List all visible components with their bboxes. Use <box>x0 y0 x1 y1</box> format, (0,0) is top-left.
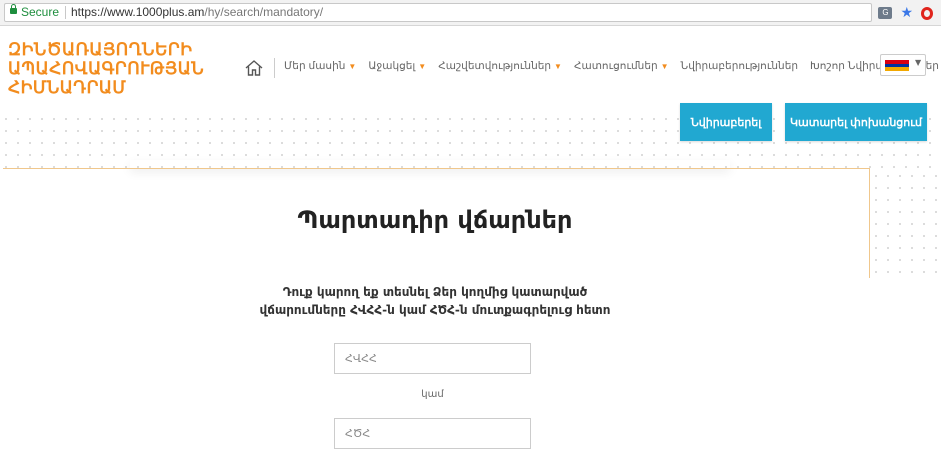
nav-item-about-label: Մեր մասին <box>284 60 346 72</box>
language-select[interactable]: ▼ <box>880 54 926 76</box>
dotted-background-right <box>870 170 941 280</box>
armenia-flag-icon <box>885 60 909 71</box>
bookmark-star-icon[interactable]: ★ <box>900 6 913 20</box>
caret-down-icon: ▼ <box>348 61 357 71</box>
caret-down-icon: ▼ <box>418 61 427 71</box>
address-separator <box>65 6 66 19</box>
description-line-2: վճարումները ՀՎՀՀ-ն կամ ՀԾՀ-ն մուտքագրելո… <box>259 303 611 317</box>
tin-input[interactable] <box>334 343 531 374</box>
browser-address-bar: Secure https://www.1000plus.am/hy/search… <box>0 0 941 26</box>
home-icon[interactable] <box>244 59 264 77</box>
page-title: Պարտադիր վճարներ <box>297 206 573 234</box>
nav-item-compensations-label: Հատուցումներ <box>573 60 658 72</box>
ssn-input[interactable] <box>334 418 531 449</box>
nav-item-donations-label: Նվիրաբերություններ <box>680 60 799 72</box>
nav-item-reports-label: Հաշվետվություններ <box>438 60 552 72</box>
logo-line-2: ԱՊԱՀՈՎԱԳՐՈՒԹՅԱՆ <box>8 59 205 78</box>
caret-down-icon: ▼ <box>554 61 562 71</box>
card-shadow <box>130 160 730 168</box>
logo-line-1: ԶԻՆԾԱՌԱՅՈՂՆԵՐԻ <box>8 40 193 59</box>
chevron-down-icon: ▼ <box>915 58 922 67</box>
address-field[interactable]: Secure https://www.1000plus.am/hy/search… <box>4 3 872 22</box>
caret-down-icon: ▼ <box>660 61 669 71</box>
nav-item-about[interactable]: Մեր մասին ▼ <box>284 60 356 72</box>
nav-divider <box>274 58 275 78</box>
url-text[interactable]: https://www.1000plus.am/hy/search/mandat… <box>71 4 323 21</box>
opera-icon[interactable] <box>921 6 933 20</box>
nav-item-support[interactable]: Աջակցել ▼ <box>368 60 426 72</box>
secure-label: Secure <box>21 5 60 19</box>
site-logo[interactable]: ԶԻՆԾԱՌԱՅՈՂՆԵՐԻ ԱՊԱՀՈՎԱԳՐՈՒԹՅԱՆ ՀԻՄՆԱԴՐԱՄ <box>8 40 218 97</box>
nav-item-compensations[interactable]: Հատուցումներ ▼ <box>574 60 669 72</box>
page-description: Դուք կարող եք տեսնել Ձեր կողմից կատարված… <box>0 283 870 319</box>
donate-button[interactable]: Նվիրաբերել <box>680 103 772 141</box>
nav-item-reports[interactable]: Հաշվետվություններ ▼ <box>438 60 562 72</box>
translate-icon[interactable]: G <box>878 7 893 19</box>
make-transfer-button[interactable]: Կատարել փոխանցում <box>785 103 927 141</box>
or-label: կամ <box>421 389 444 400</box>
url-base: https://www.1000plus.am <box>71 5 205 19</box>
logo-line-3: ՀԻՄՆԱԴՐԱՄ <box>8 78 127 97</box>
card-border-top <box>3 168 870 169</box>
url-path: /hy/search/mandatory/ <box>204 5 324 19</box>
main-nav: Մեր մասին ▼ Աջակցել ▼ Հաշվետվություններ ▼ Հ… <box>284 60 941 72</box>
nav-item-donations[interactable]: Նվիրաբերություններ <box>681 60 798 72</box>
lock-icon <box>10 4 17 14</box>
description-line-1: Դուք կարող եք տեսնել Ձեր կողմից կատարված <box>282 285 588 299</box>
nav-item-support-label: Աջակցել <box>368 60 416 72</box>
